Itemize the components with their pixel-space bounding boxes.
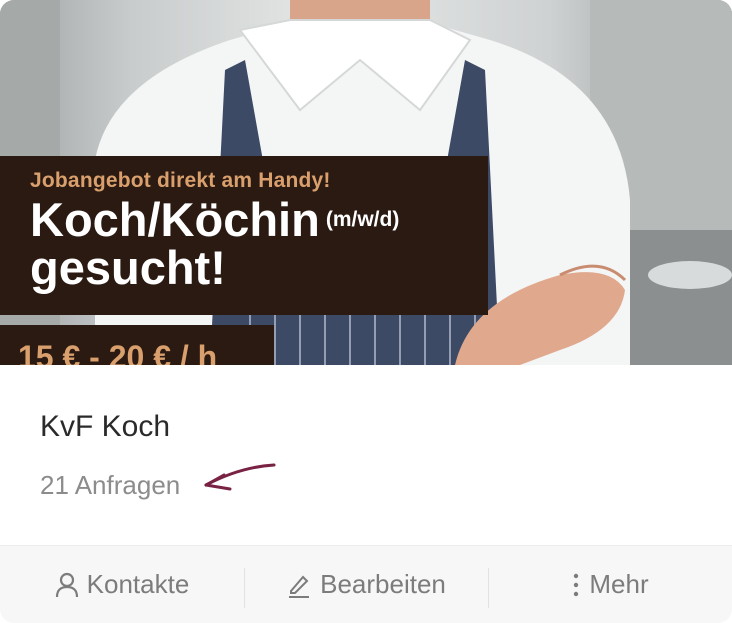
- banner-headline: Koch/Köchin (m/w/d) gesucht!: [30, 196, 488, 291]
- banner-tagline: Jobangebot direkt am Handy!: [30, 169, 331, 192]
- job-hero-image[interactable]: Jobangebot direkt am Handy! Koch/Köchin(…: [0, 0, 732, 365]
- card-actions: Kontakte Bearbeiten Mehr: [0, 545, 732, 623]
- contacts-button[interactable]: Kontakte: [0, 546, 244, 623]
- pencil-icon: [286, 572, 312, 598]
- job-offer-banner: Jobangebot direkt am Handy! Koch/Köchin(…: [0, 156, 488, 315]
- price-badge: 15 € - 20 € / h: [0, 325, 274, 365]
- headline-line2: gesucht!: [30, 240, 226, 294]
- job-title[interactable]: KvF Koch: [40, 410, 170, 444]
- person-icon: [55, 572, 79, 598]
- gender-tag: (m/w/d): [325, 207, 400, 231]
- contacts-label: Kontakte: [86, 569, 190, 599]
- arrow-icon: [204, 463, 276, 491]
- edit-button[interactable]: Bearbeiten: [244, 546, 488, 623]
- request-count[interactable]: 21 Anfragen: [40, 470, 180, 501]
- more-button[interactable]: Mehr: [488, 546, 732, 623]
- more-label: Mehr: [589, 569, 649, 599]
- headline-line1: Koch/Köchin: [30, 193, 320, 246]
- vertical-dots-icon: [571, 572, 581, 598]
- job-card: Jobangebot direkt am Handy! Koch/Köchin(…: [0, 0, 732, 623]
- job-card-body: KvF Koch 21 Anfragen: [0, 365, 732, 545]
- edit-label: Bearbeiten: [320, 569, 446, 599]
- price-text: 15 € - 20 € / h: [18, 339, 218, 365]
